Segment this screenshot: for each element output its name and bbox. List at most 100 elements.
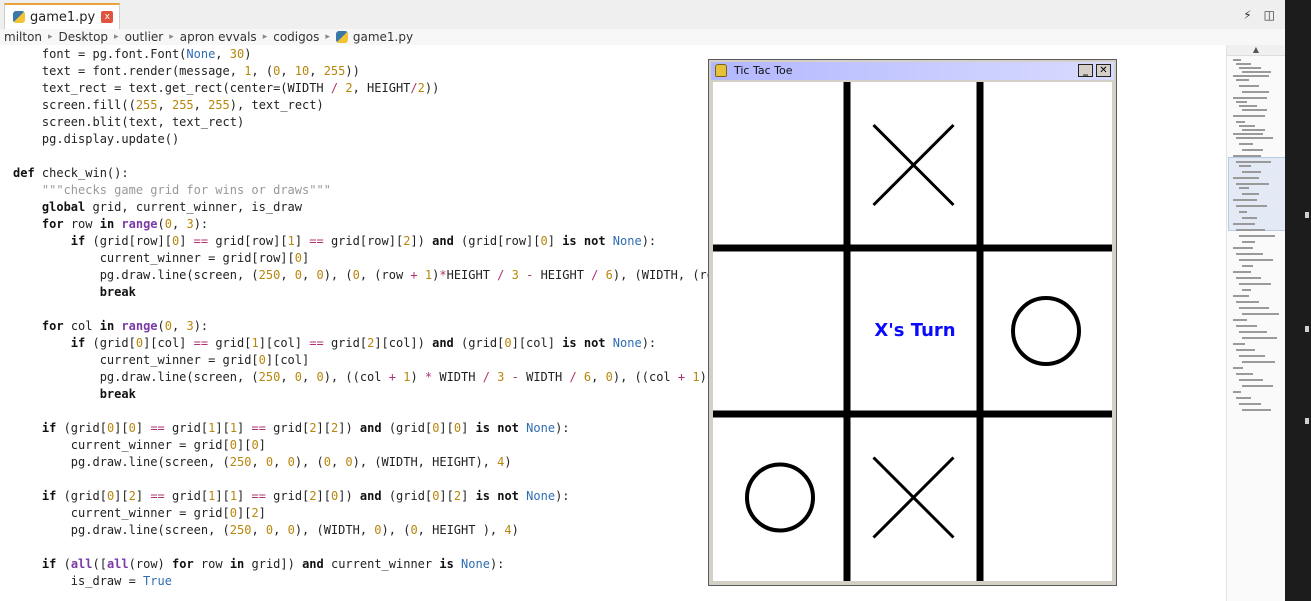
minimap-line [1242, 129, 1265, 131]
code-token: grid[ [265, 489, 310, 503]
code-token: if [70, 234, 86, 248]
code-token: WIDTH [518, 370, 570, 384]
code-token: 255 [323, 64, 346, 78]
tab-game1-py[interactable]: game1.py x [4, 3, 120, 29]
game-window-titlebar[interactable]: Tic Tac Toe _ ✕ [711, 62, 1114, 80]
breadcrumb-item[interactable]: outlier [125, 30, 164, 44]
minimize-button[interactable]: _ [1078, 64, 1093, 77]
code-token: global [41, 200, 86, 214]
o-mark [1011, 296, 1081, 366]
minimap-line [1236, 253, 1263, 255]
code-token: 0 [164, 319, 172, 333]
code-token: ][ [236, 506, 252, 520]
code-token: ] [258, 506, 266, 520]
code-token: if [41, 489, 57, 503]
code-token: ( [157, 319, 165, 333]
close-tab-icon[interactable]: x [101, 11, 114, 23]
code-token: None [526, 421, 556, 435]
code-token: , [215, 47, 230, 61]
code-token: , [193, 98, 209, 112]
code-token: , HEIGHT ), [417, 523, 505, 537]
code-token: == [309, 234, 324, 248]
python-file-icon [13, 11, 25, 23]
code-token: None [612, 234, 642, 248]
minimap-line [1242, 91, 1269, 93]
game-window[interactable]: Tic Tac Toe _ ✕ X's Turn [708, 59, 1117, 586]
split-view-icon[interactable]: ◫ [1264, 8, 1275, 22]
code-token: in [99, 217, 115, 231]
minimap-line [1236, 63, 1251, 65]
code-token: , [157, 98, 172, 112]
code-token: 0 [410, 523, 418, 537]
code-token: 250 [258, 268, 281, 282]
code-token: ] [179, 234, 194, 248]
code-token: is not [475, 489, 519, 503]
code-token: ) [244, 47, 252, 61]
minimap[interactable]: ▲ [1226, 45, 1286, 601]
code-token: 1 [692, 370, 700, 384]
code-token: 1 [287, 234, 295, 248]
code-token: / [569, 370, 577, 384]
breadcrumb-label: game1.py [352, 30, 414, 44]
code-token: , HEIGHT [352, 81, 411, 95]
code-token: def [13, 166, 35, 180]
code-token: ): [555, 421, 570, 435]
code-token: 0 [504, 336, 512, 350]
code-token: 0 [294, 268, 303, 282]
code-token: 0 [605, 370, 613, 384]
minimap-line [1236, 137, 1273, 139]
minimap-line [1233, 343, 1245, 345]
code-token: ] [547, 234, 563, 248]
toolbar-right: ⚡ ◫ [1243, 8, 1275, 22]
code-token: text = font.render(message, [13, 64, 245, 78]
code-token: , [251, 455, 266, 469]
breadcrumb-item[interactable]: Desktop [59, 30, 109, 44]
code-token: current_winner = grid[ [13, 438, 230, 452]
breadcrumb-separator-icon: ▸ [169, 32, 174, 42]
code-token: current_winner = grid[row][ [13, 251, 295, 265]
minimap-line [1233, 223, 1255, 225]
code-token: ), (WIDTH, HEIGHT), [352, 455, 498, 469]
game-canvas[interactable]: X's Turn [713, 82, 1112, 581]
breadcrumb-item[interactable]: milton [4, 30, 42, 44]
code-token: == [251, 489, 266, 503]
code-token: 0 [251, 438, 259, 452]
code-token: 0 [128, 421, 136, 435]
code-token: )) [345, 64, 360, 78]
code-token: font = pg.font.Font( [13, 47, 187, 61]
minimap-line [1233, 115, 1265, 117]
breadcrumb-item[interactable]: apron evvals [180, 30, 257, 44]
code-token: current_winner = grid[ [13, 506, 230, 520]
code-token: , [591, 370, 606, 384]
code-token: ): [489, 557, 505, 571]
minimap-line [1239, 331, 1267, 333]
breadcrumb-item[interactable]: game1.py [335, 30, 414, 44]
code-token: ), ( [381, 523, 411, 537]
code-token: all [70, 557, 93, 571]
close-window-button[interactable]: ✕ [1096, 64, 1111, 77]
breadcrumb-item[interactable]: codigos [273, 30, 319, 44]
code-token: (grid[ [381, 489, 433, 503]
code-token: screen.fill(( [13, 98, 136, 112]
code-token: 1 [229, 489, 238, 503]
code-token: ] [302, 251, 310, 265]
code-token: , [273, 455, 288, 469]
code-token: 3 [186, 217, 194, 231]
python-file-icon [335, 31, 348, 43]
code-token: ][col] [143, 336, 194, 350]
lightning-icon[interactable]: ⚡ [1243, 8, 1251, 22]
code-token: ), text_rect) [229, 98, 324, 112]
code-token: (grid[ [56, 421, 107, 435]
minimap-line [1236, 79, 1249, 81]
code-token: ]) [410, 234, 433, 248]
code-token: - [511, 370, 519, 384]
code-token: range [121, 319, 158, 333]
scroll-up-icon[interactable]: ▲ [1227, 45, 1285, 56]
code-token: ] [237, 489, 252, 503]
